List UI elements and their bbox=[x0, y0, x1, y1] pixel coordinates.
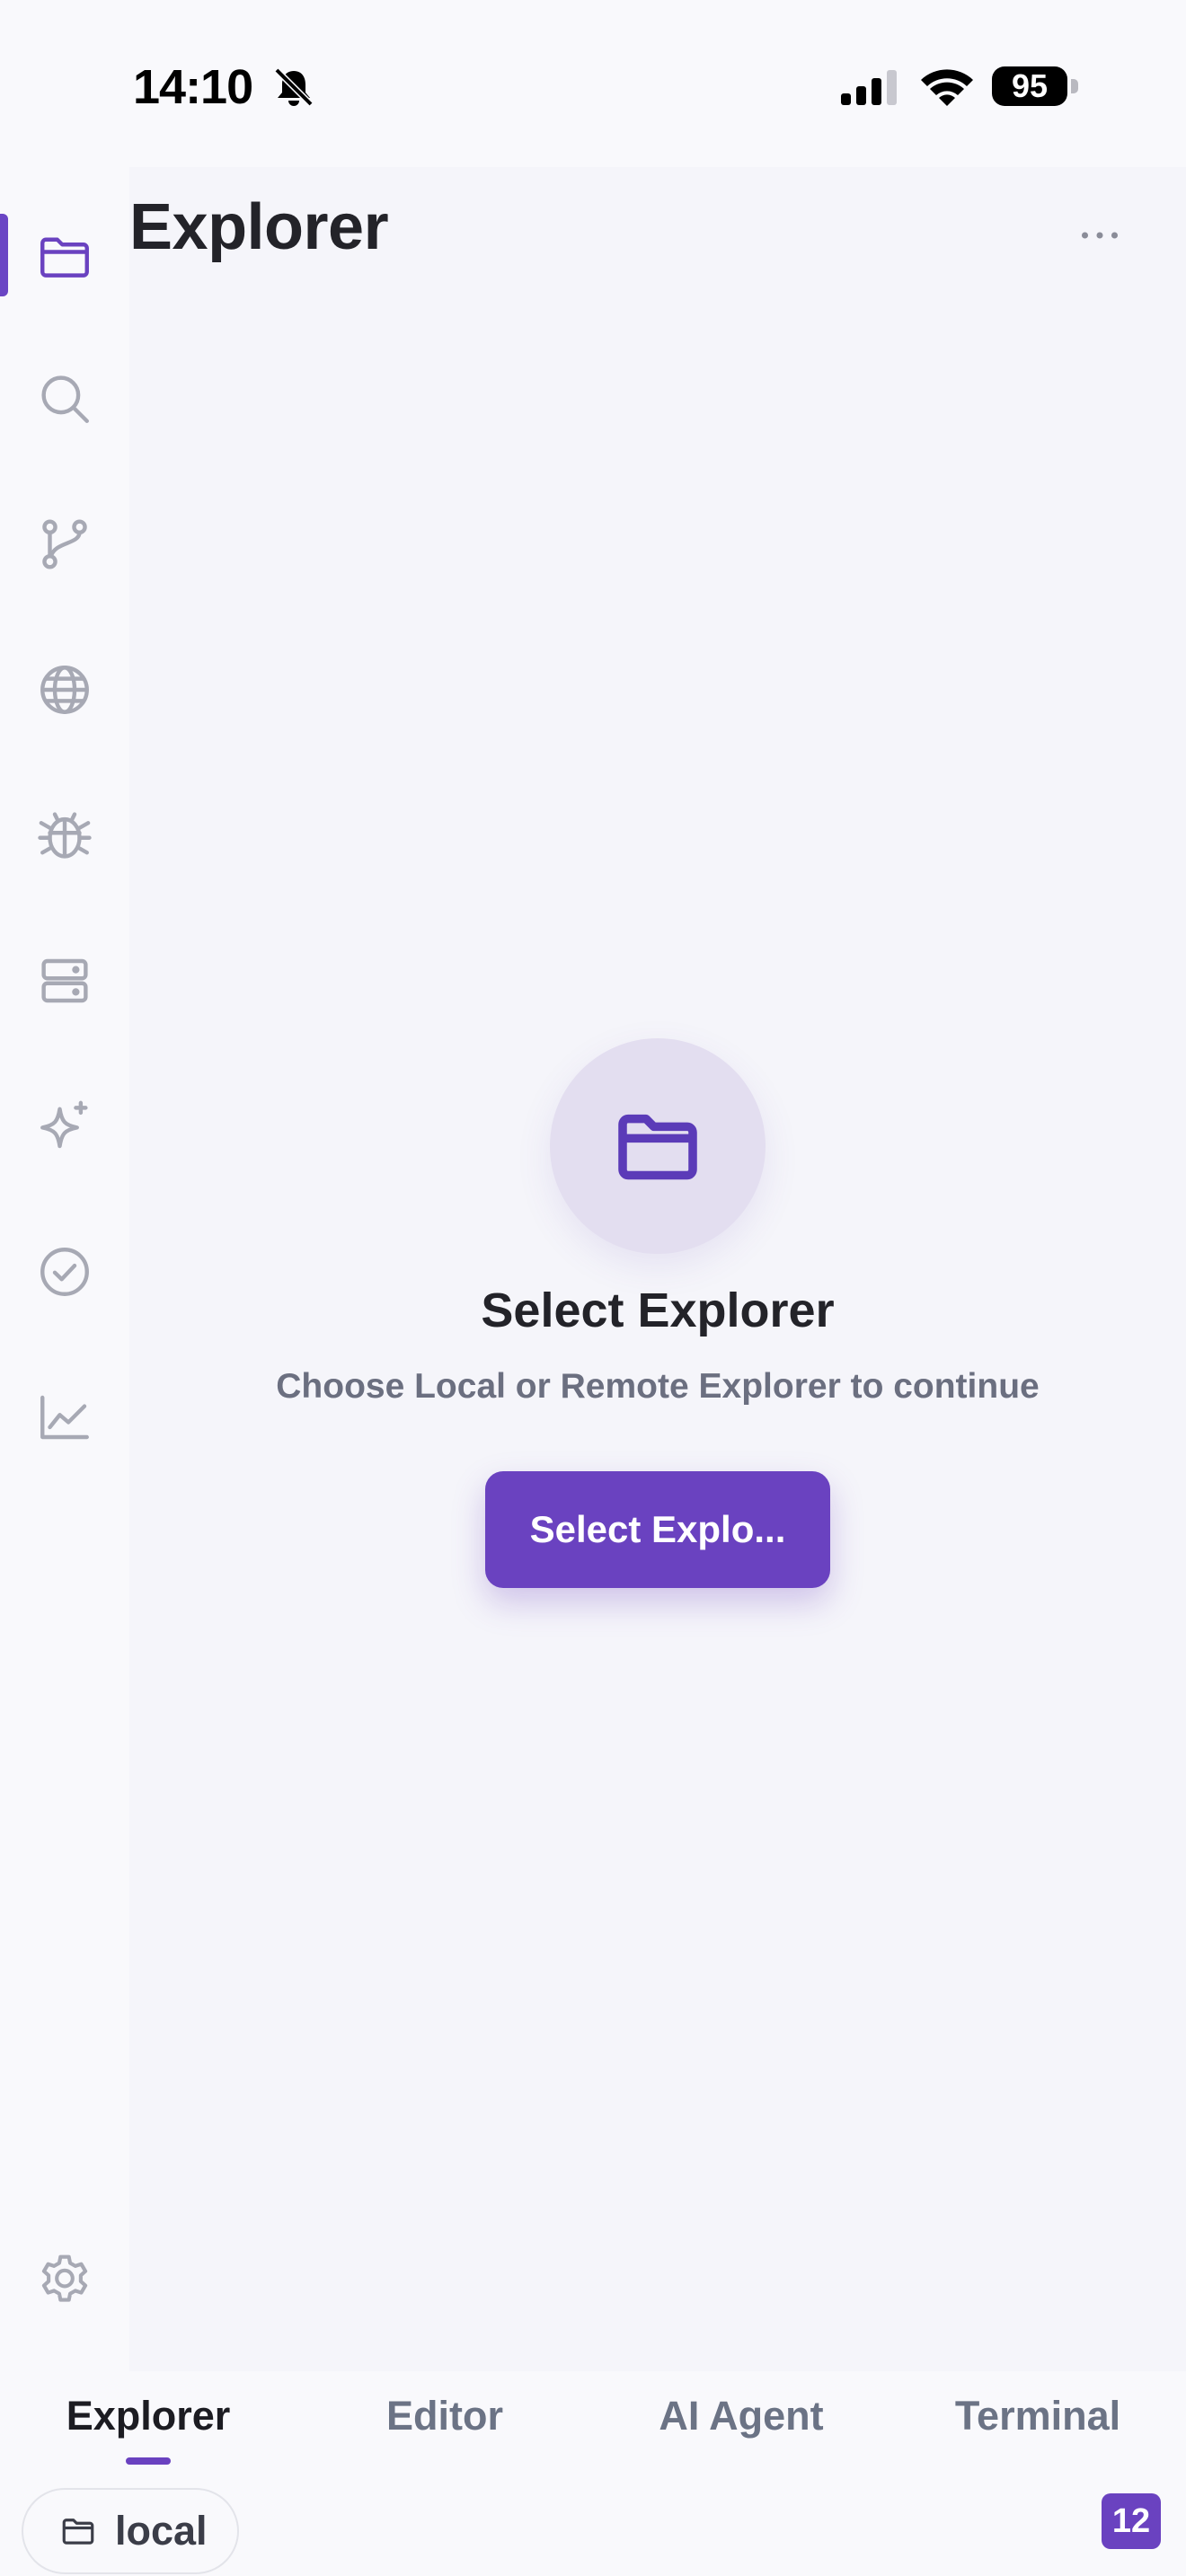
sidebar-item-source-control[interactable] bbox=[16, 496, 113, 593]
notification-badge[interactable]: 12 bbox=[1102, 2493, 1161, 2549]
sidebar-item-remote[interactable] bbox=[16, 641, 113, 738]
app-root: 14:10 95 Explorer Select Explorer Choose… bbox=[0, 0, 1186, 2576]
empty-state-icon-circle bbox=[550, 1038, 766, 1254]
tab-ai-agent[interactable]: AI Agent bbox=[593, 2393, 890, 2439]
folder-icon bbox=[40, 237, 89, 278]
sidebar-item-settings[interactable] bbox=[16, 2231, 113, 2328]
battery-tip bbox=[1071, 79, 1078, 93]
folder-icon bbox=[62, 2519, 94, 2545]
environment-chip[interactable]: local bbox=[22, 2488, 239, 2574]
sidebar-item-ai[interactable] bbox=[16, 1078, 113, 1175]
tab-terminal[interactable]: Terminal bbox=[890, 2393, 1186, 2439]
explorer-panel: Explorer Select Explorer Choose Local or… bbox=[129, 167, 1186, 2371]
footer-bar: local 12 bbox=[0, 2488, 1186, 2576]
bottom-tab-bar: Explorer Editor AI Agent Terminal bbox=[0, 2371, 1186, 2488]
folder-icon bbox=[618, 1114, 697, 1180]
status-time: 14:10 bbox=[133, 60, 253, 114]
cellular-signal-icon bbox=[841, 70, 897, 105]
sidebar-item-tasks[interactable] bbox=[16, 1223, 113, 1320]
server-icon bbox=[41, 958, 88, 1003]
select-explorer-button[interactable]: Select Explo... bbox=[485, 1471, 830, 1588]
globe-icon bbox=[40, 666, 89, 714]
bell-slash-icon bbox=[274, 67, 314, 107]
page-title: Explorer bbox=[129, 191, 389, 263]
tab-editor[interactable]: Editor bbox=[296, 2393, 593, 2439]
activity-sidebar bbox=[0, 167, 129, 2371]
gear-icon bbox=[41, 2254, 88, 2302]
bug-icon bbox=[38, 812, 92, 859]
sidebar-item-debug[interactable] bbox=[16, 787, 113, 884]
sidebar-item-analytics[interactable] bbox=[16, 1369, 113, 1466]
git-branch-icon bbox=[42, 519, 87, 569]
battery-icon: 95 bbox=[992, 66, 1067, 106]
search-icon bbox=[41, 375, 89, 423]
environment-label: local bbox=[115, 2508, 208, 2554]
tab-active-indicator bbox=[126, 2457, 171, 2465]
empty-state: Select Explorer Choose Local or Remote E… bbox=[129, 1038, 1186, 1793]
empty-state-title: Select Explorer bbox=[481, 1284, 835, 1337]
check-circle-icon bbox=[40, 1248, 89, 1296]
sidebar-item-explorer[interactable] bbox=[16, 208, 113, 305]
chart-icon bbox=[40, 1395, 89, 1440]
tab-explorer[interactable]: Explorer bbox=[0, 2393, 296, 2439]
sparkle-icon bbox=[40, 1100, 88, 1149]
wifi-icon bbox=[921, 69, 973, 106]
sidebar-active-indicator bbox=[0, 214, 8, 296]
more-options-button[interactable] bbox=[1064, 207, 1136, 264]
sidebar-item-search[interactable] bbox=[16, 350, 113, 447]
more-horizontal-icon bbox=[1081, 232, 1119, 239]
empty-state-subtitle: Choose Local or Remote Explorer to conti… bbox=[276, 1367, 1040, 1406]
status-bar: 14:10 95 bbox=[0, 0, 1186, 167]
sidebar-item-servers[interactable] bbox=[16, 932, 113, 1029]
